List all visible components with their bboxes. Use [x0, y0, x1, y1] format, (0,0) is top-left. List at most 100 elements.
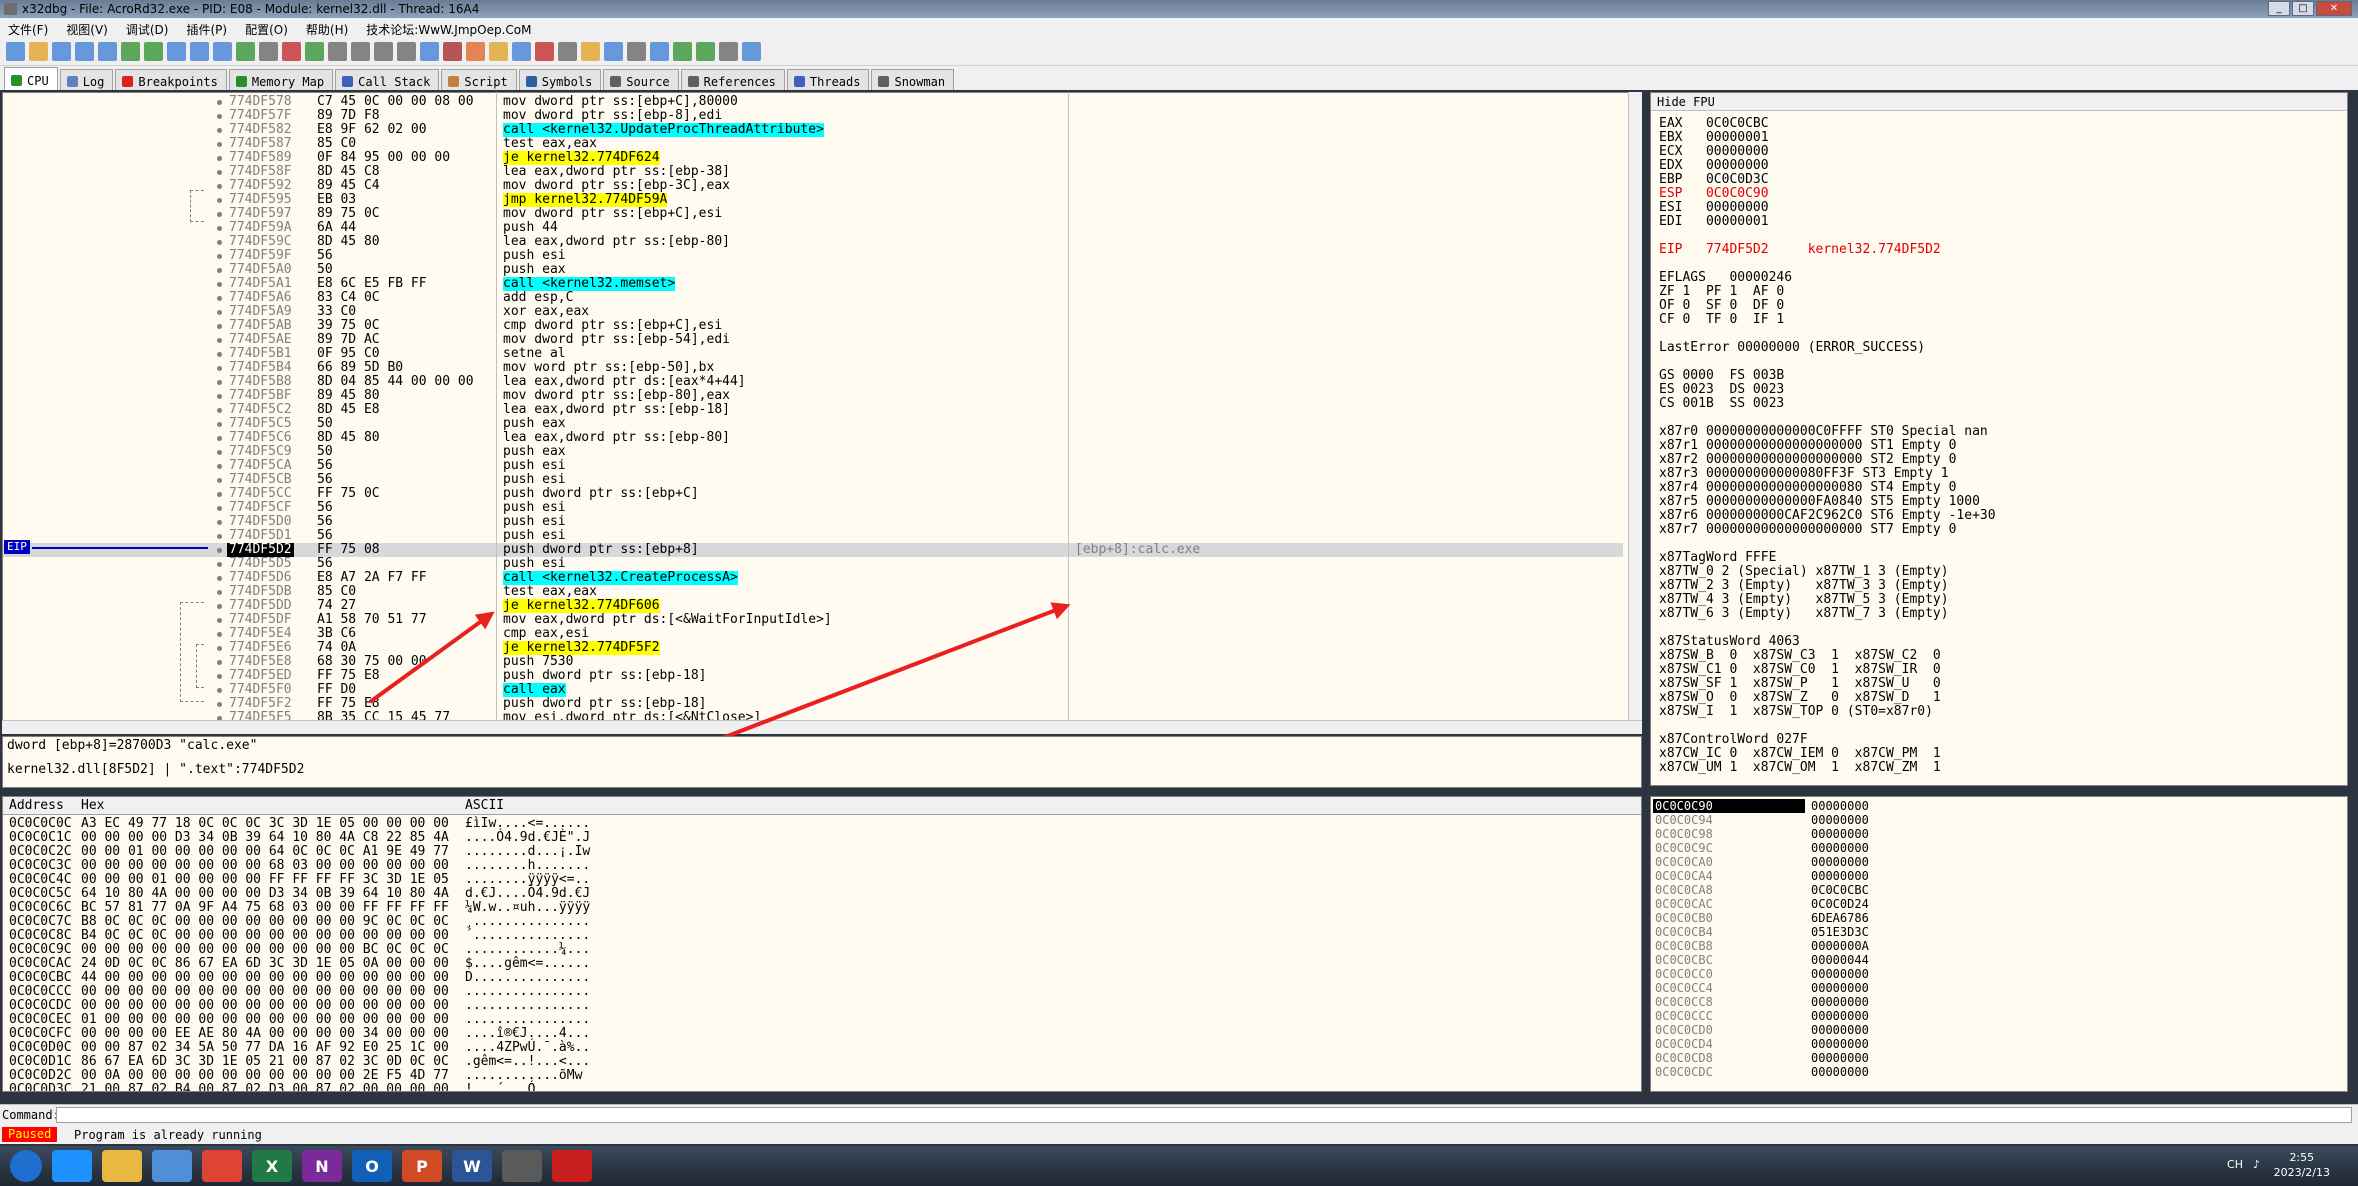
disasm-row[interactable]: 774DF592 89 45 C4 mov dword ptr ss:[ebp-3C… [3, 179, 1623, 193]
disasm-row[interactable]: 774DF587 85 C0 test eax,eax [3, 137, 1623, 151]
disasm-row[interactable]: 774DF59F 56 push esi [3, 249, 1623, 263]
breakpoint-marker[interactable] [217, 352, 222, 357]
breakpoint-marker[interactable] [217, 660, 222, 665]
breakpoint-marker[interactable] [217, 226, 222, 231]
disasm-row[interactable]: 774DF5C2 8D 45 E8 lea eax,dword ptr ss:[eb… [3, 403, 1623, 417]
disasm-row[interactable]: 774DF5A9 33 C0 xor eax,eax [3, 305, 1623, 319]
stack-row[interactable]: 0C0C0CAC 0C0C0D24 [1651, 897, 2347, 911]
register-line[interactable]: x87r6 0000000000CAF2C962C0 ST6 Empty -1e… [1659, 509, 1996, 523]
dump-row[interactable]: 0C0C0D0C 00 00 87 02 34 5A 50 77 DA 16 AF… [3, 1041, 1641, 1055]
register-line[interactable]: LastError 00000000 (ERROR_SUCCESS) [1659, 341, 1925, 355]
register-line[interactable]: x87StatusWord 4063 [1659, 635, 1800, 649]
stack-panel[interactable]: 0C0C0C90 00000000 0C0C0C94 00000000 0C0C0C98… [1650, 796, 2348, 1092]
toolbar-button-icon[interactable] [397, 42, 416, 61]
disasm-row[interactable]: 774DF57F 89 7D F8 mov dword ptr ss:[ebp-8]… [3, 109, 1623, 123]
memory-dump-panel[interactable]: Address Hex ASCII 0C0C0C0C A3 EC 49 77 18… [2, 796, 1642, 1092]
register-line[interactable]: x87r2 00000000000000000000 ST2 Empty 0 [1659, 453, 1956, 467]
disasm-row[interactable]: 774DF5A1 E8 6C E5 FB FF call <kernel32.mem… [3, 277, 1623, 291]
register-line[interactable]: x87SW_O 0 x87SW_Z 0 x87SW_D 1 [1659, 691, 1941, 705]
dump-row[interactable]: 0C0C0CDC 00 00 00 00 00 00 00 00 00 00 00… [3, 999, 1641, 1013]
register-line[interactable]: EDX 00000000 [1659, 159, 1769, 173]
tab-symbols[interactable]: Symbols [518, 69, 602, 90]
register-line[interactable]: x87TagWord FFFE [1659, 551, 1776, 565]
tab-log[interactable]: Log [59, 69, 114, 90]
toolbar-button-icon[interactable] [466, 42, 485, 61]
dump-row[interactable]: 0C0C0C4C 00 00 00 01 00 00 00 00 FF FF FF… [3, 873, 1641, 887]
media-taskbar-icon[interactable] [152, 1150, 192, 1182]
toolbar-button-icon[interactable] [374, 42, 393, 61]
toolbar-button-icon[interactable] [52, 42, 71, 61]
breakpoint-marker[interactable] [217, 296, 222, 301]
register-line[interactable]: CF 0 TF 0 IF 1 [1659, 313, 1784, 327]
excel-taskbar-icon[interactable]: X [252, 1150, 292, 1182]
register-line[interactable]: EBP 0C0C0D3C [1659, 173, 1769, 187]
breakpoint-marker[interactable] [217, 198, 222, 203]
disasm-row[interactable]: 774DF5D6 E8 A7 2A F7 FF call <kernel32.Cre… [3, 571, 1623, 585]
menu-view[interactable]: 视图(V) [66, 21, 108, 38]
breakpoint-marker[interactable] [217, 142, 222, 147]
toolbar-button-icon[interactable] [29, 42, 48, 61]
stack-row[interactable]: 0C0C0CD8 00000000 [1651, 1051, 2347, 1065]
breakpoint-marker[interactable] [217, 268, 222, 273]
stack-row[interactable]: 0C0C0C94 00000000 [1651, 813, 2347, 827]
tab-threads[interactable]: Threads [786, 69, 870, 90]
disasm-row[interactable]: 774DF5DD 74 27 je kernel32.774DF606 [3, 599, 1623, 613]
register-line[interactable]: x87SW_B 0 x87SW_C3 1 x87SW_C2 0 [1659, 649, 1941, 663]
tab-breakpoints[interactable]: Breakpoints [115, 69, 227, 90]
register-line[interactable]: ES 0023 DS 0023 [1659, 383, 1784, 397]
command-input[interactable] [56, 1107, 2352, 1123]
register-line[interactable]: CS 001B SS 0023 [1659, 397, 1784, 411]
dump-row[interactable]: 0C0C0CBC 44 00 00 00 00 00 00 00 00 00 00… [3, 971, 1641, 985]
breakpoint-marker[interactable] [217, 702, 222, 707]
start-taskbar-icon[interactable] [10, 1150, 42, 1182]
register-line[interactable]: x87TW_6 3 (Empty) x87TW_7 3 (Empty) [1659, 607, 1949, 621]
x32dbg-taskbar-icon[interactable] [502, 1150, 542, 1182]
disasm-row[interactable]: 774DF5A0 50 push eax [3, 263, 1623, 277]
breakpoint-marker[interactable] [217, 310, 222, 315]
register-line[interactable]: OF 0 SF 0 DF 0 [1659, 299, 1784, 313]
stack-row[interactable]: 0C0C0CD4 00000000 [1651, 1037, 2347, 1051]
disasm-row[interactable]: 774DF582 E8 9F 62 02 00 call <kernel32.Upd… [3, 123, 1623, 137]
disasm-row[interactable]: 774DF589 0F 84 95 00 00 00 je kernel32.774… [3, 151, 1623, 165]
disasm-row[interactable]: 774DF5C6 8D 45 80 lea eax,dword ptr ss:[eb… [3, 431, 1623, 445]
toolbar-button-icon[interactable] [742, 42, 761, 61]
menu-options[interactable]: 配置(O) [245, 21, 288, 38]
disasm-row[interactable]: 774DF5BF 89 45 80 mov dword ptr ss:[ebp-80… [3, 389, 1623, 403]
stack-row[interactable]: 0C0C0CA8 0C0C0CBC [1651, 883, 2347, 897]
register-line[interactable]: x87TW_4 3 (Empty) x87TW_5 3 (Empty) [1659, 593, 1949, 607]
register-line[interactable]: x87SW_SF 1 x87SW_P 1 x87SW_U 0 [1659, 677, 1941, 691]
tab-references[interactable]: References [680, 69, 785, 90]
register-line[interactable]: ESP 0C0C0C90 [1659, 187, 1769, 201]
register-line[interactable]: ZF 1 PF 1 AF 0 [1659, 285, 1784, 299]
disasm-row[interactable]: 774DF5F0 FF D0 call eax [3, 683, 1623, 697]
disasm-row[interactable]: 774DF5E4 3B C6 cmp eax,esi [3, 627, 1623, 641]
register-line[interactable]: ESI 00000000 [1659, 201, 1769, 215]
stack-row[interactable]: 0C0C0CB0 6DEA6786 [1651, 911, 2347, 925]
breakpoint-marker[interactable] [217, 632, 222, 637]
disasm-row[interactable]: 774DF5DB 85 C0 test eax,eax [3, 585, 1623, 599]
breakpoint-marker[interactable] [217, 114, 222, 119]
stack-row[interactable]: 0C0C0CB4 051E3D3C [1651, 925, 2347, 939]
dump-row[interactable]: 0C0C0C2C 00 00 01 00 00 00 00 00 64 0C 0C… [3, 845, 1641, 859]
dump-header-ascii[interactable]: ASCII [465, 798, 504, 813]
disasm-row[interactable]: 774DF5C5 50 push eax [3, 417, 1623, 431]
acrobat-taskbar-icon[interactable] [552, 1150, 592, 1182]
register-line[interactable]: EBX 00000001 [1659, 131, 1769, 145]
disasm-row[interactable]: 774DF5DF A1 58 70 51 77 mov eax,dword ptr … [3, 613, 1623, 627]
outlook-taskbar-icon[interactable]: O [352, 1150, 392, 1182]
register-line[interactable]: x87CW_UM 1 x87CW_OM 1 x87CW_ZM 1 [1659, 761, 1941, 775]
tab-snowman[interactable]: Snowman [871, 69, 955, 90]
dump-row[interactable]: 0C0C0C1C 00 00 00 00 D3 34 0B 39 64 10 80… [3, 831, 1641, 845]
register-line[interactable]: x87TW_0 2 (Special) x87TW_1 3 (Empty) [1659, 565, 1949, 579]
breakpoint-marker[interactable] [217, 590, 222, 595]
dump-row[interactable]: 0C0C0C7C B8 0C 0C 0C 00 00 00 00 00 00 00… [3, 915, 1641, 929]
disasm-row[interactable]: 774DF597 89 75 0C mov dword ptr ss:[ebp+C]… [3, 207, 1623, 221]
toolbar-button-icon[interactable] [650, 42, 669, 61]
register-line[interactable]: x87SW_C1 0 x87SW_C0 1 x87SW_IR 0 [1659, 663, 1941, 677]
dump-row[interactable]: 0C0C0C6C BC 57 81 77 0A 9F A4 75 68 03 00… [3, 901, 1641, 915]
disasm-row[interactable]: 774DF5AE 89 7D AC mov dword ptr ss:[ebp-54… [3, 333, 1623, 347]
toolbar-button-icon[interactable] [351, 42, 370, 61]
disasm-row[interactable]: 774DF595 EB 03 jmp kernel32.774DF59A [3, 193, 1623, 207]
register-line[interactable]: x87TW_2 3 (Empty) x87TW_3 3 (Empty) [1659, 579, 1949, 593]
breakpoint-marker[interactable] [217, 338, 222, 343]
